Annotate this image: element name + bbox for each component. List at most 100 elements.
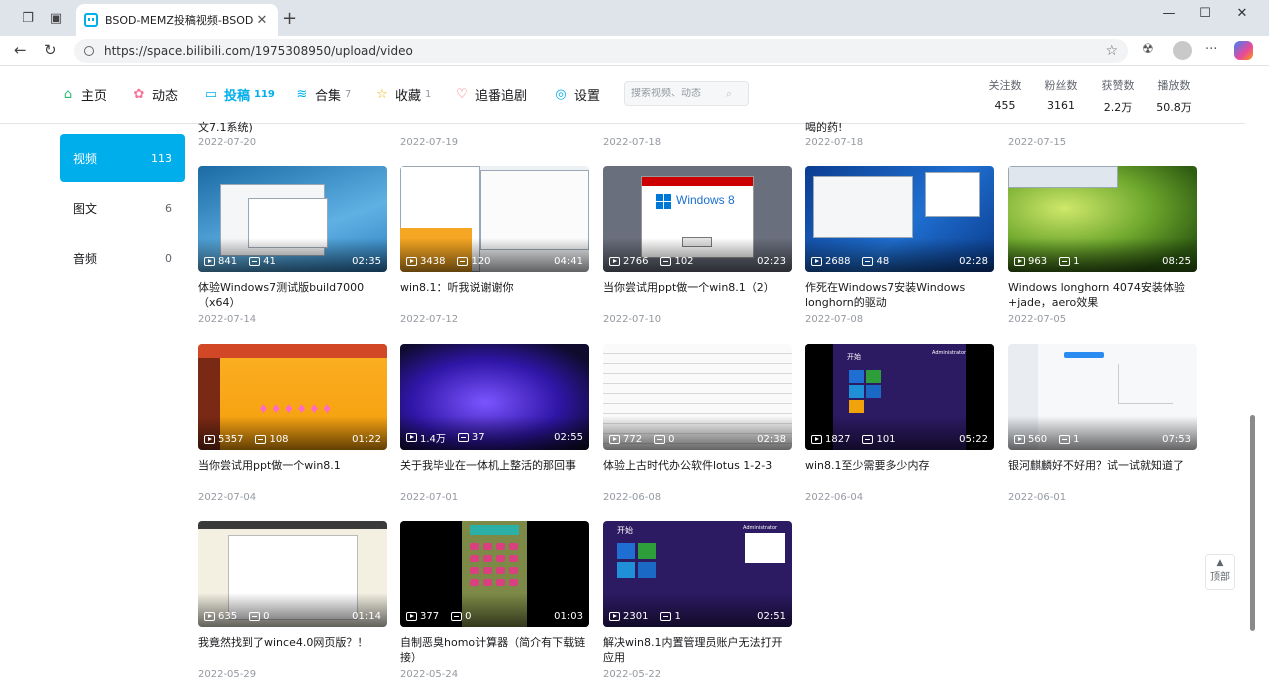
video-thumbnail[interactable]: Windows 8 2766 102 02:23 xyxy=(603,166,792,272)
video-duration: 04:41 xyxy=(554,256,583,267)
video-title[interactable]: 作死在Windows7安装Windows longhorn的驱动 xyxy=(805,280,994,310)
extension-icon[interactable]: ☢ xyxy=(1142,42,1154,57)
search-input[interactable] xyxy=(631,88,726,99)
video-title[interactable]: Windows longhorn 4074安装体验+jade，aero效果 xyxy=(1008,280,1197,310)
video-thumbnail[interactable]: 635 0 01:14 xyxy=(198,521,387,627)
nav-dynamic[interactable]: ✿ 动态 xyxy=(131,84,178,104)
favorite-star-icon[interactable]: ☆ xyxy=(1105,43,1118,59)
video-thumbnail[interactable]: ♦♦♦♦♦♦ 5357 108 01:22 xyxy=(198,344,387,450)
video-title[interactable]: 体验上古时代办公软件lotus 1-2-3 xyxy=(603,458,792,488)
back-icon[interactable]: ← xyxy=(14,41,27,59)
video-card[interactable]: 772 0 02:38 体验上古时代办公软件lotus 1-2-3 2022-0… xyxy=(603,344,792,503)
video-thumbnail[interactable]: 560 1 07:53 xyxy=(1008,344,1197,450)
video-card[interactable]: ♦♦♦♦♦♦ 5357 108 01:22 当你尝试用ppt做一个win8.1 … xyxy=(198,344,387,503)
video-thumbnail[interactable]: 开始 Administrator 2301 1 02:51 xyxy=(603,521,792,627)
sidebar-item-audio[interactable]: 音频 0 xyxy=(60,234,185,282)
video-thumbnail[interactable]: 2688 48 02:28 xyxy=(805,166,994,272)
nav-collections-label: 合集 xyxy=(315,88,342,104)
sidebar-item-video[interactable]: 视频 113 xyxy=(60,134,185,182)
video-card[interactable]: 841 41 02:35 体验Windows7测试版build7000（x64）… xyxy=(198,166,387,325)
play-count-icon xyxy=(811,257,822,266)
nav-uploads-count: 119 xyxy=(254,88,275,100)
video-stats: 560 1 07:53 xyxy=(1014,434,1191,445)
video-title[interactable]: 自制恶臭homo计算器（简介有下载链接） xyxy=(400,635,589,665)
danmaku-count: 0 xyxy=(668,434,675,445)
video-thumbnail[interactable]: 963 1 08:25 xyxy=(1008,166,1197,272)
video-card[interactable]: 963 1 08:25 Windows longhorn 4074安装体验+ja… xyxy=(1008,166,1197,325)
search-icon[interactable]: ⌕ xyxy=(726,87,732,101)
play-count-icon xyxy=(1014,257,1025,266)
space-search: ⌕ xyxy=(624,81,749,106)
video-card[interactable]: 560 1 07:53 银河麒麟好不好用？试一试就知道了 2022-06-01 xyxy=(1008,344,1197,503)
video-duration: 07:53 xyxy=(1162,434,1191,445)
partial-title[interactable]: 喝的药! xyxy=(805,119,842,135)
video-card[interactable]: 635 0 01:14 我竟然找到了wince4.0网页版？！ 2022-05-… xyxy=(198,521,387,680)
nav-settings[interactable]: ◎ 设置 xyxy=(553,84,600,104)
video-title[interactable]: win8.1至少需要多少内存 xyxy=(805,458,994,488)
back-to-top-button[interactable]: ▲ 顶部 xyxy=(1205,554,1235,590)
video-thumbnail[interactable]: 772 0 02:38 xyxy=(603,344,792,450)
video-thumbnail[interactable]: 841 41 02:35 xyxy=(198,166,387,272)
close-window-icon[interactable]: ✕ xyxy=(1227,6,1257,21)
video-title[interactable]: 当你尝试用ppt做一个win8.1 xyxy=(198,458,387,488)
video-title[interactable]: 当你尝试用ppt做一个win8.1（2） xyxy=(603,280,792,310)
danmaku-count: 108 xyxy=(269,434,289,445)
address-bar[interactable]: https://space.bilibili.com/1975308950/up… xyxy=(74,39,1128,63)
maximize-icon[interactable]: ☐ xyxy=(1190,6,1220,21)
stat-followers[interactable]: 粉丝数 3161 xyxy=(1035,77,1087,112)
copilot-icon[interactable] xyxy=(1234,41,1253,60)
refresh-icon[interactable]: ↻ xyxy=(44,41,57,59)
nav-bangumi[interactable]: ♡ 追番追剧 xyxy=(454,84,527,104)
video-title[interactable]: 解决win8.1内置管理员账户无法打开应用 xyxy=(603,635,792,665)
video-title[interactable]: 我竟然找到了wince4.0网页版？！ xyxy=(198,635,387,665)
video-card[interactable]: 1.4万 37 02:55 关于我毕业在一体机上整活的那回事 2022-07-0… xyxy=(400,344,589,503)
nav-uploads[interactable]: ▭ 投稿 119 xyxy=(203,84,275,104)
nav-collections[interactable]: ≋ 合集 7 xyxy=(294,84,352,104)
video-date: 2022-07-08 xyxy=(805,314,864,325)
play-count: 2688 xyxy=(825,256,851,267)
video-title[interactable]: 体验Windows7测试版build7000（x64） xyxy=(198,280,387,310)
play-count: 963 xyxy=(1028,256,1048,267)
play-count-icon xyxy=(204,612,215,621)
nav-favorites[interactable]: ☆ 收藏 1 xyxy=(374,84,431,104)
close-tab-icon[interactable]: ✕ xyxy=(254,13,270,28)
video-card[interactable]: 开始 Administrator 1827 101 05:22 win8.1至少… xyxy=(805,344,994,503)
page-scrollbar[interactable] xyxy=(1250,415,1255,631)
settings-icon: ◎ xyxy=(555,86,567,102)
video-date: 2022-07-20 xyxy=(198,137,257,148)
stat-following[interactable]: 关注数 455 xyxy=(979,77,1031,112)
nav-favorites-label: 收藏 xyxy=(395,88,422,104)
danmaku-icon xyxy=(1059,435,1071,444)
new-tab-icon[interactable]: + xyxy=(282,8,297,29)
video-thumbnail[interactable]: 3438 120 04:41 xyxy=(400,166,589,272)
video-duration: 01:03 xyxy=(554,611,583,622)
video-card[interactable]: 2688 48 02:28 作死在Windows7安装Windows longh… xyxy=(805,166,994,325)
workspaces-icon[interactable]: ❐ xyxy=(18,8,38,28)
nav-home[interactable]: ⌂ 主页 xyxy=(60,84,107,104)
browser-tab[interactable]: BSOD-MEMZ投稿视频-BSOD-ME ✕ xyxy=(76,4,278,36)
video-thumbnail[interactable]: 开始 Administrator 1827 101 05:22 xyxy=(805,344,994,450)
video-title[interactable]: 银河麒麟好不好用？试一试就知道了 xyxy=(1008,458,1197,488)
stat-label: 粉丝数 xyxy=(1044,79,1078,92)
video-title[interactable]: 关于我毕业在一体机上整活的那回事 xyxy=(400,458,589,488)
video-title[interactable]: win8.1：听我说谢谢你 xyxy=(400,280,589,310)
play-count-icon xyxy=(406,612,417,621)
partial-title[interactable]: 文7.1系统) xyxy=(198,119,253,135)
arrow-up-icon: ▲ xyxy=(1216,558,1224,568)
video-card[interactable]: 377 0 01:03 自制恶臭homo计算器（简介有下载链接） 2022-05… xyxy=(400,521,589,680)
video-stats: 2766 102 02:23 xyxy=(609,256,786,267)
minimize-icon[interactable]: — xyxy=(1154,6,1184,21)
video-card[interactable]: 开始 Administrator 2301 1 02:51 解决win8.1内置… xyxy=(603,521,792,680)
video-thumbnail[interactable]: 1.4万 37 02:55 xyxy=(400,344,589,450)
more-menu-icon[interactable]: ··· xyxy=(1205,42,1217,57)
tab-actions-icon[interactable]: ▣ xyxy=(46,8,66,28)
site-info-icon[interactable] xyxy=(84,46,94,56)
star-icon: ☆ xyxy=(376,86,388,102)
video-card[interactable]: 3438 120 04:41 win8.1：听我说谢谢你 2022-07-12 xyxy=(400,166,589,325)
stat-value: 3161 xyxy=(1047,99,1075,112)
danmaku-count: 1 xyxy=(674,611,681,622)
profile-avatar[interactable] xyxy=(1173,41,1192,60)
video-card[interactable]: Windows 8 2766 102 02:23 当你尝试用ppt做一个win8… xyxy=(603,166,792,325)
video-thumbnail[interactable]: 377 0 01:03 xyxy=(400,521,589,627)
sidebar-item-article[interactable]: 图文 6 xyxy=(60,184,185,232)
